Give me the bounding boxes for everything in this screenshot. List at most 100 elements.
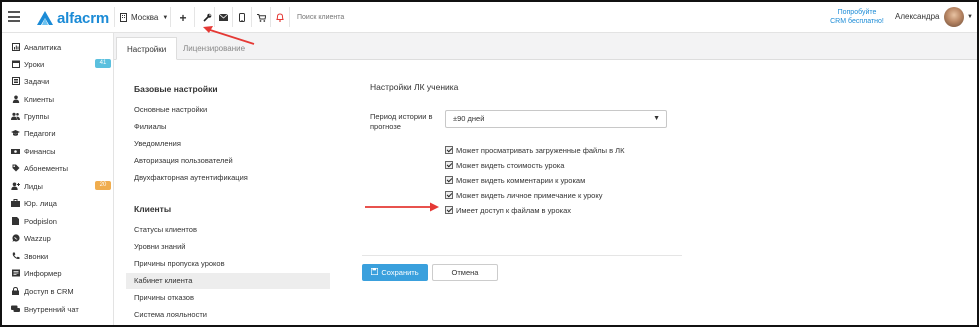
cart-icon[interactable] xyxy=(252,2,270,33)
sidebar-item-analytics[interactable]: Аналитика xyxy=(11,39,111,55)
logo[interactable]: alfacrm xyxy=(36,8,109,28)
sidebar-item-subscriptions[interactable]: Абонементы xyxy=(11,160,111,176)
building-icon xyxy=(120,13,127,22)
sidebar-item-label: Wazzup xyxy=(24,233,51,243)
alfacrm-logo-icon xyxy=(37,11,53,25)
form-title: Настройки ЛК ученика xyxy=(370,82,459,92)
trial-link[interactable]: Попробуйте CRM бесплатно! xyxy=(822,9,892,26)
chevron-down-icon[interactable]: ▼ xyxy=(967,14,973,20)
top-bar: alfacrm Москва ▼ + Поиск клиента Попробу… xyxy=(2,2,977,33)
checkbox-see-private-note[interactable]: Может видеть личное примечание к уроку xyxy=(445,188,602,202)
search-input[interactable] xyxy=(297,10,417,24)
sidebar-item-label: Podpislon xyxy=(24,216,57,226)
tab-licensing[interactable]: Лицензирование xyxy=(173,37,255,60)
sidebar-item-label: Внутренний чат xyxy=(24,304,79,314)
envelope-icon[interactable] xyxy=(214,2,232,33)
plus-icon[interactable]: + xyxy=(174,2,192,33)
sidebar: Аналитика Уроки 41 Задачи Клиенты Группы… xyxy=(2,33,114,325)
checkbox-label: Может видеть комментарии к урокам xyxy=(456,175,586,185)
sidebar-item-groups[interactable]: Группы xyxy=(11,108,111,124)
cancel-button[interactable]: Отмена xyxy=(432,264,498,281)
sidebar-item-label: Задачи xyxy=(24,76,50,86)
calendar-icon xyxy=(11,60,20,69)
sidebar-item-label: Группы xyxy=(24,111,49,121)
tag-icon xyxy=(11,164,20,173)
floppy-disk-icon xyxy=(371,267,379,277)
checkbox[interactable] xyxy=(445,206,453,214)
phone-icon xyxy=(11,252,20,261)
checkbox[interactable] xyxy=(445,191,453,199)
sidebar-item-label: Уроки xyxy=(24,59,45,69)
checkbox[interactable] xyxy=(445,176,453,184)
tab-settings[interactable]: Настройки xyxy=(116,37,178,60)
settings-item-branches[interactable]: Филиалы xyxy=(126,119,330,135)
bell-icon[interactable] xyxy=(271,2,289,33)
period-label: Период истории в прогнозе xyxy=(370,112,433,131)
dashboard-icon xyxy=(11,43,20,52)
divider xyxy=(170,7,171,27)
checkbox-label: Может просматривать загруженные файлы в … xyxy=(456,145,625,155)
sidebar-item-leads[interactable]: Лиды 20 xyxy=(11,178,111,194)
settings-item-notifications[interactable]: Уведомления xyxy=(126,136,330,152)
save-label: Сохранить xyxy=(381,268,419,277)
money-icon xyxy=(11,147,20,156)
trial-line-2: CRM бесплатно! xyxy=(830,17,884,25)
checkbox-lesson-files-access[interactable]: Имеет доступ к файлам в уроках xyxy=(445,203,571,217)
sidebar-item-lessons[interactable]: Уроки 41 xyxy=(11,56,111,72)
chevron-down-icon: ▼ xyxy=(653,115,660,122)
whatsapp-icon xyxy=(11,234,20,243)
sidebar-item-teachers[interactable]: Педагоги xyxy=(11,125,111,141)
sidebar-item-label: Абонементы xyxy=(24,163,69,173)
settings-item-absence-reasons[interactable]: Причины пропуска уроков xyxy=(126,256,330,272)
app-window: alfacrm Москва ▼ + Поиск клиента Попробу… xyxy=(0,0,979,327)
leads-count-badge: 20 xyxy=(95,181,111,190)
sidebar-item-label: Финансы xyxy=(24,146,56,156)
divider xyxy=(194,7,195,27)
settings-item-refusal-reasons[interactable]: Причины отказов xyxy=(126,290,330,306)
group-title-basic: Базовые настройки xyxy=(134,84,218,94)
chevron-down-icon: ▼ xyxy=(162,14,169,21)
checkbox-label: Может видеть стоимость урока xyxy=(456,160,565,170)
sidebar-item-internal-chat[interactable]: Внутренний чат xyxy=(11,301,111,317)
settings-item-client-cabinet[interactable]: Кабинет клиента xyxy=(126,273,330,289)
sidebar-item-finance[interactable]: Финансы xyxy=(11,143,111,159)
checkbox[interactable] xyxy=(445,146,453,154)
sidebar-item-calls[interactable]: Звонки xyxy=(11,248,111,264)
group-title-clients: Клиенты xyxy=(134,204,172,214)
sidebar-item-wazzup[interactable]: Wazzup xyxy=(11,230,111,246)
phone-icon[interactable] xyxy=(233,2,251,33)
checkbox[interactable] xyxy=(445,161,453,169)
checkbox-view-files[interactable]: Может просматривать загруженные файлы в … xyxy=(445,143,624,157)
briefcase-icon xyxy=(11,199,20,208)
save-button[interactable]: Сохранить xyxy=(362,264,428,281)
checkbox-label: Имеет доступ к файлам в уроках xyxy=(456,205,571,215)
period-select[interactable]: ±90 дней ▼ xyxy=(445,110,667,128)
trial-line-1: Попробуйте xyxy=(837,9,877,16)
sidebar-item-label: Лиды xyxy=(24,181,43,191)
sidebar-item-informer[interactable]: Информер xyxy=(11,265,111,281)
logo-text: alfacrm xyxy=(57,9,109,27)
settings-item-main[interactable]: Основные настройки xyxy=(126,102,330,118)
sidebar-item-legal-entities[interactable]: Юр. лица xyxy=(11,195,111,211)
sidebar-item-tasks[interactable]: Задачи xyxy=(11,73,111,89)
settings-item-knowledge-levels[interactable]: Уровни знаний xyxy=(126,239,330,255)
settings-item-user-auth[interactable]: Авторизация пользователей xyxy=(126,153,330,169)
user-plus-icon xyxy=(11,182,20,191)
chat-icon xyxy=(11,305,20,314)
sidebar-item-clients[interactable]: Клиенты xyxy=(11,91,111,107)
user-name[interactable]: Александра xyxy=(895,12,939,21)
sidebar-item-podpislon[interactable]: Podpislon xyxy=(11,213,111,229)
divider xyxy=(289,7,290,27)
checkbox-label: Может видеть личное примечание к уроку xyxy=(456,190,603,200)
sidebar-item-crm-access[interactable]: Доступ в CRM xyxy=(11,283,111,299)
branch-selector[interactable]: Москва ▼ xyxy=(120,2,168,33)
settings-item-2fa[interactable]: Двухфакторная аутентификация xyxy=(126,170,330,186)
checkbox-see-price[interactable]: Может видеть стоимость урока xyxy=(445,158,564,172)
avatar[interactable] xyxy=(944,7,964,27)
lock-icon xyxy=(11,287,20,296)
informer-icon xyxy=(11,269,20,278)
menu-icon[interactable] xyxy=(8,11,20,22)
settings-item-client-statuses[interactable]: Статусы клиентов xyxy=(126,222,330,238)
settings-item-loyalty[interactable]: Система лояльности xyxy=(126,307,330,323)
checkbox-see-comments[interactable]: Может видеть комментарии к урокам xyxy=(445,173,585,187)
